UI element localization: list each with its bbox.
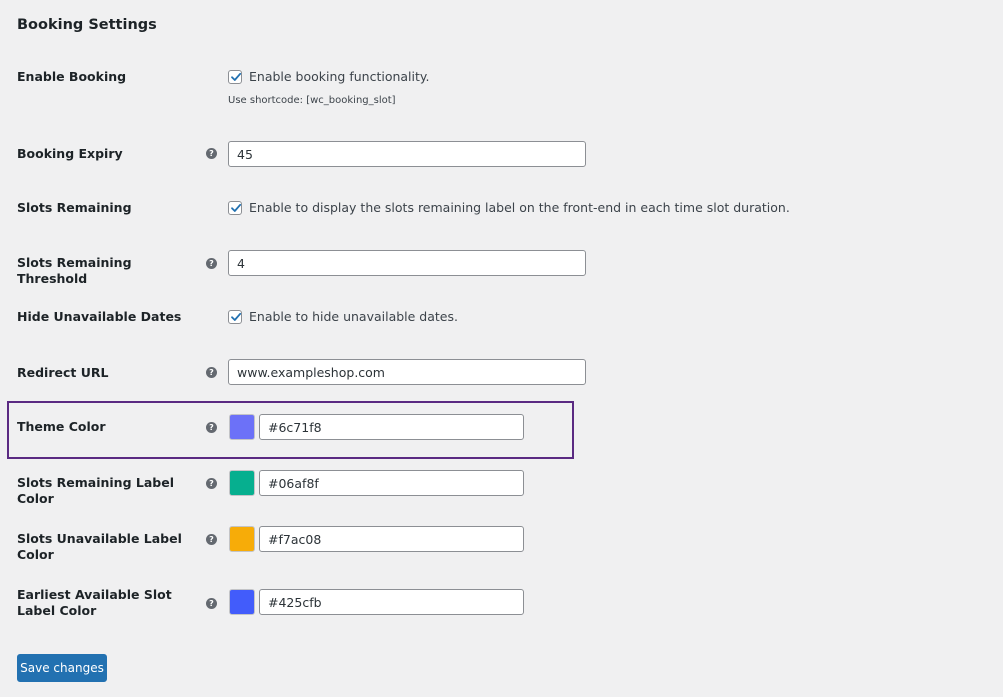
slots-remaining-threshold-input[interactable] (228, 250, 586, 276)
booking-expiry-label: Booking Expiry (17, 146, 123, 161)
hide-unavailable-dates-label: Hide Unavailable Dates (17, 309, 182, 324)
booking-expiry-input[interactable] (228, 141, 586, 167)
checkmark-icon (231, 72, 242, 81)
slots-remaining-threshold-label: Slots Remaining Threshold (17, 255, 132, 286)
slots-remaining-label: Slots Remaining (17, 200, 132, 215)
enable-booking-label: Enable Booking (17, 69, 127, 84)
slots-remaining-label-color-swatch[interactable] (229, 470, 255, 496)
enable-booking-checkbox-label: Enable booking functionality. (249, 69, 430, 84)
hide-unavailable-dates-checkbox[interactable] (228, 310, 242, 324)
slots-unavailable-label-color-label: Slots Unavailable Label Color (17, 531, 182, 562)
help-icon[interactable]: ? (206, 422, 217, 433)
slots-remaining-checkbox[interactable] (228, 201, 242, 215)
booking-settings-page: Booking Settings Enable Booking Enable b… (0, 0, 1003, 697)
redirect-url-label: Redirect URL (17, 365, 109, 380)
redirect-url-input[interactable] (228, 359, 586, 385)
checkmark-icon (231, 312, 242, 321)
save-changes-button[interactable]: Save changes (17, 654, 107, 682)
earliest-available-slot-label-color-input[interactable] (259, 589, 524, 615)
shortcode-hint: Use shortcode: [wc_booking_slot] (228, 95, 396, 106)
help-icon[interactable]: ? (206, 598, 217, 609)
checkmark-icon (231, 203, 242, 212)
slots-remaining-checkbox-label: Enable to display the slots remaining la… (249, 200, 790, 215)
help-icon[interactable]: ? (206, 148, 217, 159)
theme-color-swatch[interactable] (229, 414, 255, 440)
slots-unavailable-label-color-input[interactable] (259, 526, 524, 552)
help-icon[interactable]: ? (206, 478, 217, 489)
help-icon[interactable]: ? (206, 258, 217, 269)
hide-unavailable-dates-checkbox-label: Enable to hide unavailable dates. (249, 309, 458, 324)
slots-remaining-label-color-input[interactable] (259, 470, 524, 496)
slots-unavailable-label-color-swatch[interactable] (229, 526, 255, 552)
theme-color-label: Theme Color (17, 419, 106, 434)
page-title: Booking Settings (17, 17, 157, 33)
help-icon[interactable]: ? (206, 367, 217, 378)
enable-booking-checkbox[interactable] (228, 70, 242, 84)
slots-remaining-label-color-label: Slots Remaining Label Color (17, 475, 174, 506)
help-icon[interactable]: ? (206, 534, 217, 545)
theme-color-input[interactable] (259, 414, 524, 440)
earliest-available-slot-label-color-swatch[interactable] (229, 589, 255, 615)
earliest-available-slot-label-color-label: Earliest Available Slot Label Color (17, 587, 172, 618)
